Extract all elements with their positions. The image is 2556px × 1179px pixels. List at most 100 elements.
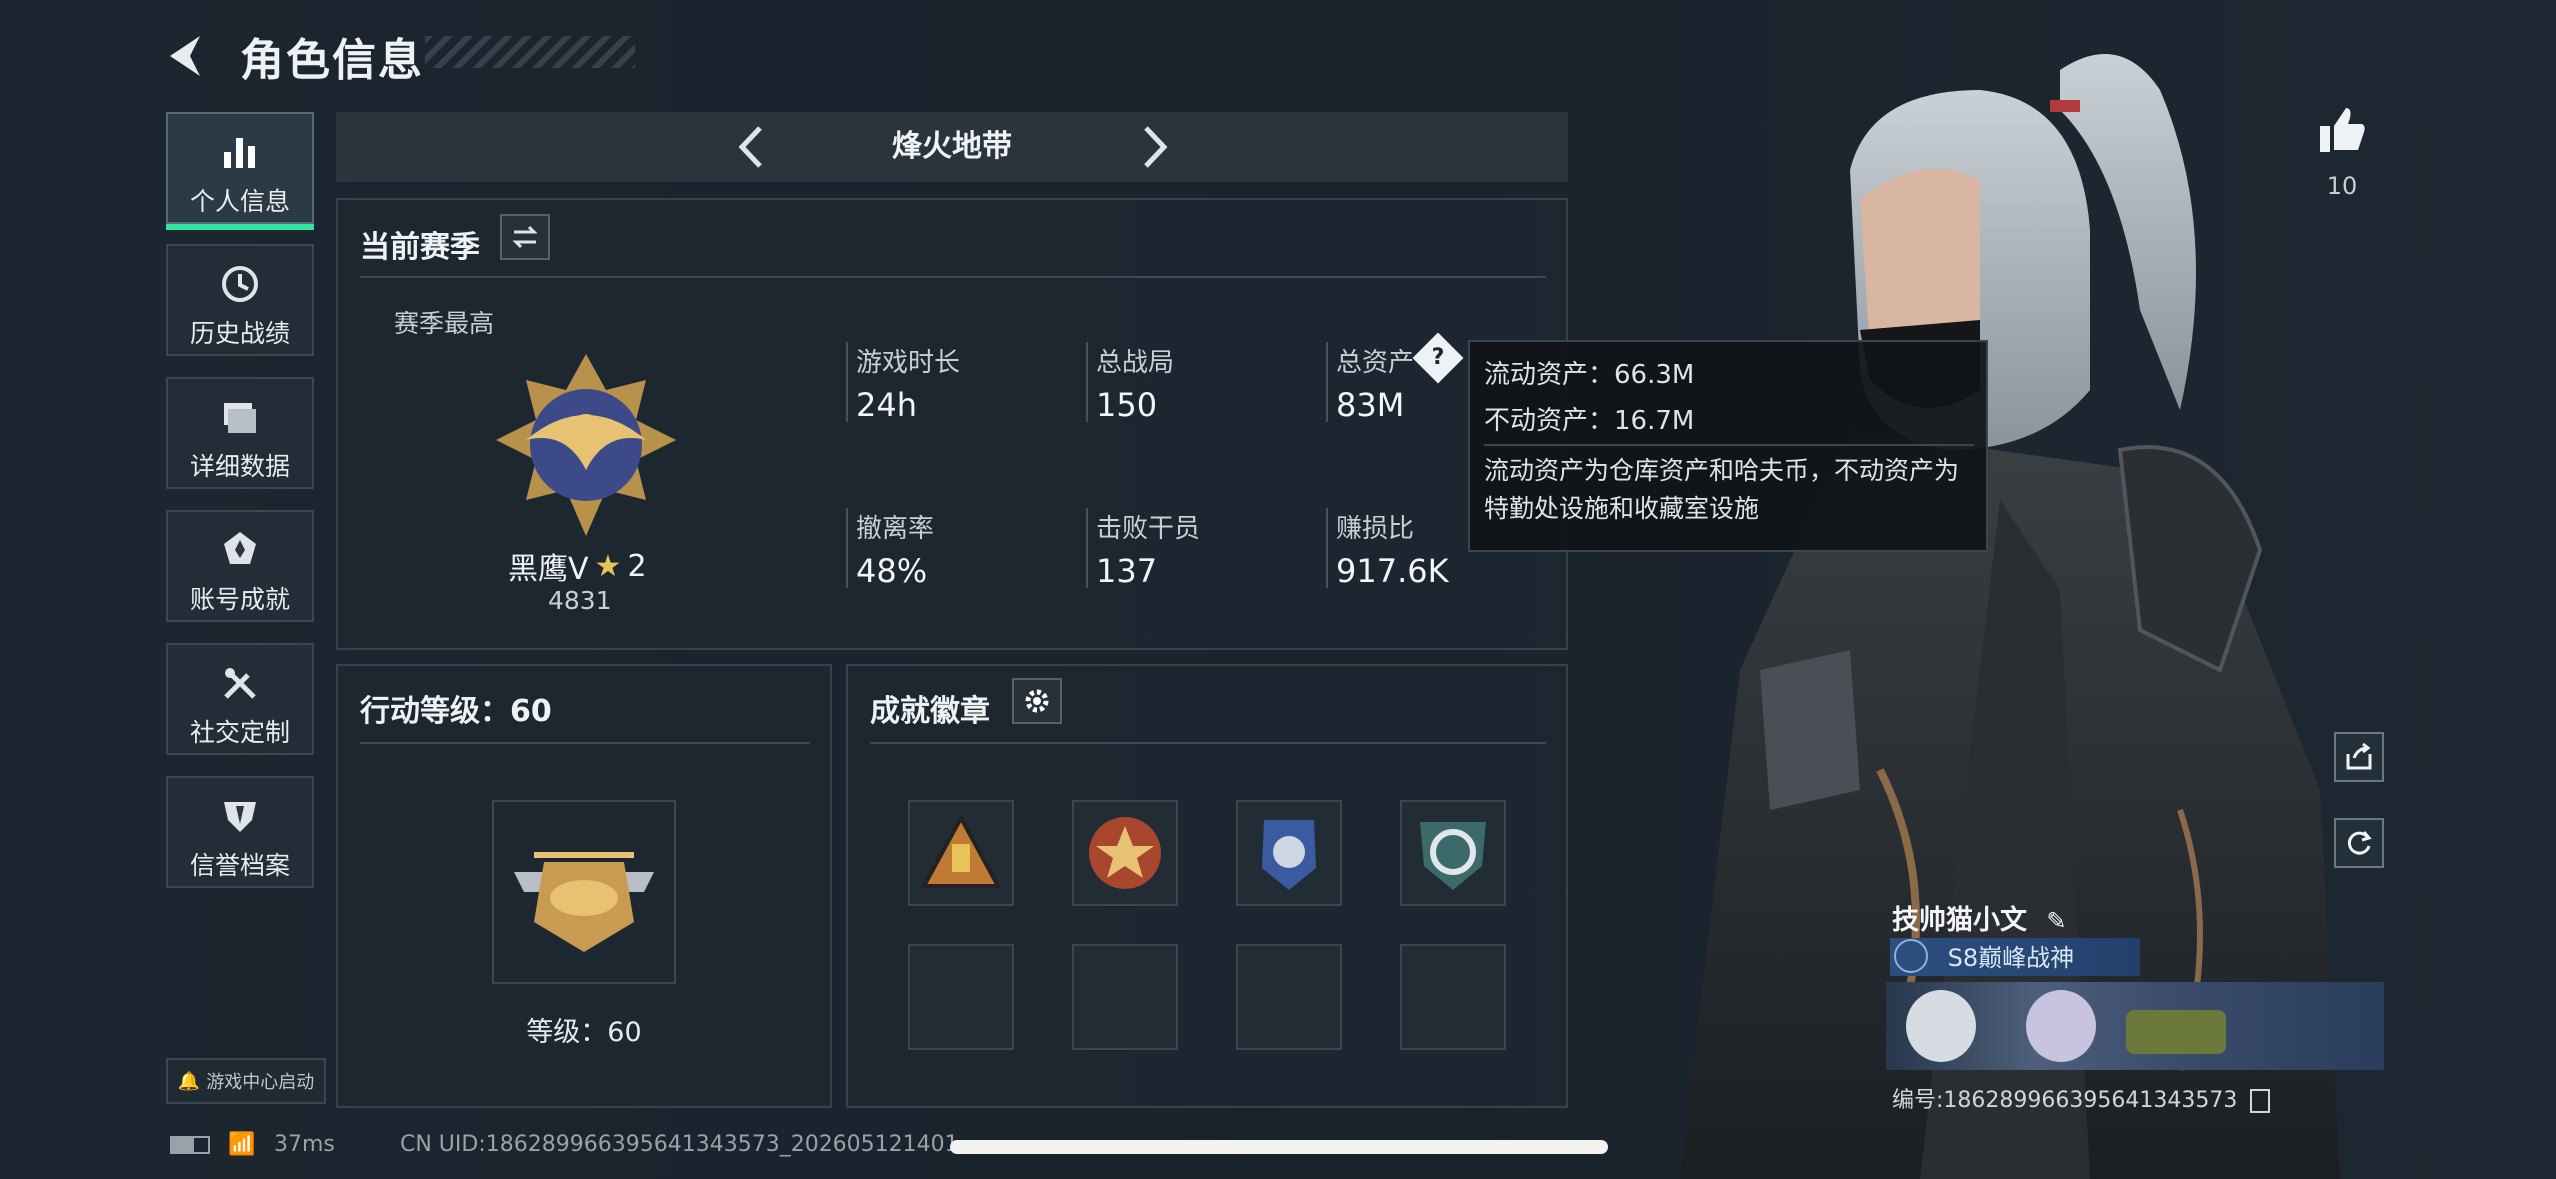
rank-score: 4831	[548, 586, 612, 615]
copy-icon[interactable]	[2250, 1089, 2271, 1113]
back-arrow-icon[interactable]	[160, 28, 216, 84]
season-best-label: 赛季最高	[394, 309, 495, 338]
wifi-icon: 📶	[228, 1132, 256, 1157]
player-uid-text: 编号:1862899663956413435​73	[1892, 1088, 2238, 1113]
rank-tag-text: S8巅峰战神	[1947, 944, 2075, 972]
stat-divider	[1086, 508, 1088, 588]
help-icon-glyph: ?	[1431, 345, 1445, 370]
clock-icon	[222, 266, 258, 302]
action-level-panel: 行动等级：60 等级：60	[336, 664, 832, 1108]
stat-divider	[846, 342, 848, 422]
player-uid: 编号:1862899663956413435​73	[1892, 1082, 2271, 1114]
stat-value: 150	[1096, 386, 1158, 424]
thumbs-up-icon[interactable]	[2316, 104, 2368, 156]
level-emblem-frame	[492, 800, 676, 984]
swap-icon	[512, 225, 538, 249]
tooltip-divider	[1484, 444, 1974, 446]
fixed-assets: 不动资产：16.7M	[1484, 406, 1695, 436]
rank-title: 黑鹰V ★ 2	[508, 544, 647, 588]
rank-name: 黑鹰V	[508, 552, 589, 587]
game-center-launch-button[interactable]: 🔔 游戏中心启动	[166, 1058, 326, 1104]
sidebar-item-label: 个人信息	[189, 187, 290, 216]
player-name: 技帅猫小文 ✎	[1892, 898, 2067, 937]
share-icon	[2346, 742, 2372, 770]
bar-chart-icon	[224, 138, 255, 168]
stat-label: 赚损比	[1336, 514, 1415, 544]
badge-slot-empty[interactable]	[908, 944, 1014, 1050]
liquid-assets: 流动资产：66.3M	[1484, 360, 1695, 390]
bell-icon: 🔔	[177, 1070, 201, 1092]
title-underline	[360, 276, 1546, 278]
stat-value: 917.6K	[1336, 552, 1449, 590]
stat-value: 24h	[856, 386, 917, 424]
stat-divider	[1326, 342, 1328, 422]
share-button[interactable]	[2334, 732, 2384, 782]
next-arrow-icon[interactable]	[1126, 120, 1180, 174]
shield-badge-icon	[1420, 822, 1486, 890]
stat-value: 48%	[856, 552, 928, 590]
badge-slot[interactable]	[1236, 800, 1342, 906]
refresh-icon	[2347, 831, 2372, 855]
action-level-title: 行动等级：60	[360, 694, 552, 729]
sidebar-item-history[interactable]: 历史战绩	[166, 244, 314, 356]
stat-divider	[1326, 508, 1328, 588]
stat-label: 游戏时长	[856, 348, 961, 378]
badge-slot[interactable]	[1400, 800, 1506, 906]
edit-pencil-icon[interactable]: ✎	[2046, 907, 2066, 935]
rank-tag-icon	[1894, 938, 1928, 973]
title-underline	[870, 742, 1546, 744]
shield-icon	[224, 802, 256, 832]
sidebar-item-label: 历史战绩	[189, 319, 290, 348]
banner-prop	[2126, 1010, 2226, 1054]
sidebar-item-achievements[interactable]: 账号成就	[166, 510, 314, 622]
season-switch-button[interactable]	[500, 214, 550, 260]
stat-value: 137	[1096, 552, 1158, 590]
badge-slot-empty[interactable]	[1400, 944, 1506, 1050]
tools-icon	[224, 668, 256, 699]
badge-slot-empty[interactable]	[1072, 944, 1178, 1050]
badge-slot[interactable]	[908, 800, 1014, 906]
stat-value: 83M	[1336, 386, 1405, 424]
status-uid: CN UID:1862899663956413435​73_2026051214…	[400, 1132, 959, 1157]
achievement-badges-panel: 成就徽章	[846, 664, 1568, 1108]
page-title: 角色信息	[240, 35, 424, 86]
sidebar-item-label: 详细数据	[189, 452, 290, 481]
sidebar-item-reputation[interactable]: 信誉档案	[166, 776, 314, 888]
stat-divider	[846, 508, 848, 588]
ping-value: 37ms	[274, 1132, 335, 1157]
season-selector: 烽火地带	[336, 112, 1568, 182]
level-text: 等级：60	[526, 1017, 642, 1048]
player-banner	[1886, 982, 2384, 1070]
refresh-button[interactable]	[2334, 818, 2384, 868]
police-badge-icon	[1262, 820, 1316, 890]
player-name-text: 技帅猫小文	[1892, 905, 2027, 936]
battery-icon	[170, 1136, 210, 1154]
chibi-avatar	[2026, 990, 2096, 1062]
current-season-panel: 当前赛季 赛季最高 黑鹰V ★ 2 4831 游戏时长 24h 总战局 150 …	[336, 198, 1568, 650]
title-underline	[360, 742, 810, 744]
sidebar-item-label: 社交定制	[189, 718, 290, 747]
season-name: 烽火地带	[892, 129, 1012, 164]
star-icon: ★	[594, 548, 622, 584]
sidebar-item-label: 账号成就	[189, 585, 290, 614]
home-indicator[interactable]	[950, 1140, 1608, 1154]
prev-arrow-icon[interactable]	[726, 120, 780, 174]
badge-settings-button[interactable]	[1012, 678, 1062, 724]
like-count: 10	[2326, 172, 2358, 200]
avatar	[1906, 990, 1976, 1062]
folder-icon	[224, 403, 256, 433]
badge-slot[interactable]	[1072, 800, 1178, 906]
stat-label: 总战局	[1096, 348, 1175, 378]
assets-tooltip: 流动资产：66.3M 不动资产：16.7M 流动资产为仓库资产和哈夫币，不动资产…	[1468, 340, 1988, 552]
achievements-title: 成就徽章	[870, 694, 990, 729]
sidebar-item-social[interactable]: 社交定制	[166, 643, 314, 755]
sidebar-item-detail-data[interactable]: 详细数据	[166, 377, 314, 489]
stat-label: 击败干员	[1096, 514, 1201, 544]
current-season-title: 当前赛季	[360, 230, 480, 265]
gear-icon	[1025, 689, 1049, 713]
medal-icon	[224, 532, 256, 564]
sidebar-item-personal-info[interactable]: 个人信息	[166, 112, 314, 230]
sidebar-item-label: 信誉档案	[189, 851, 290, 880]
title-decoration	[425, 36, 635, 68]
badge-slot-empty[interactable]	[1236, 944, 1342, 1050]
